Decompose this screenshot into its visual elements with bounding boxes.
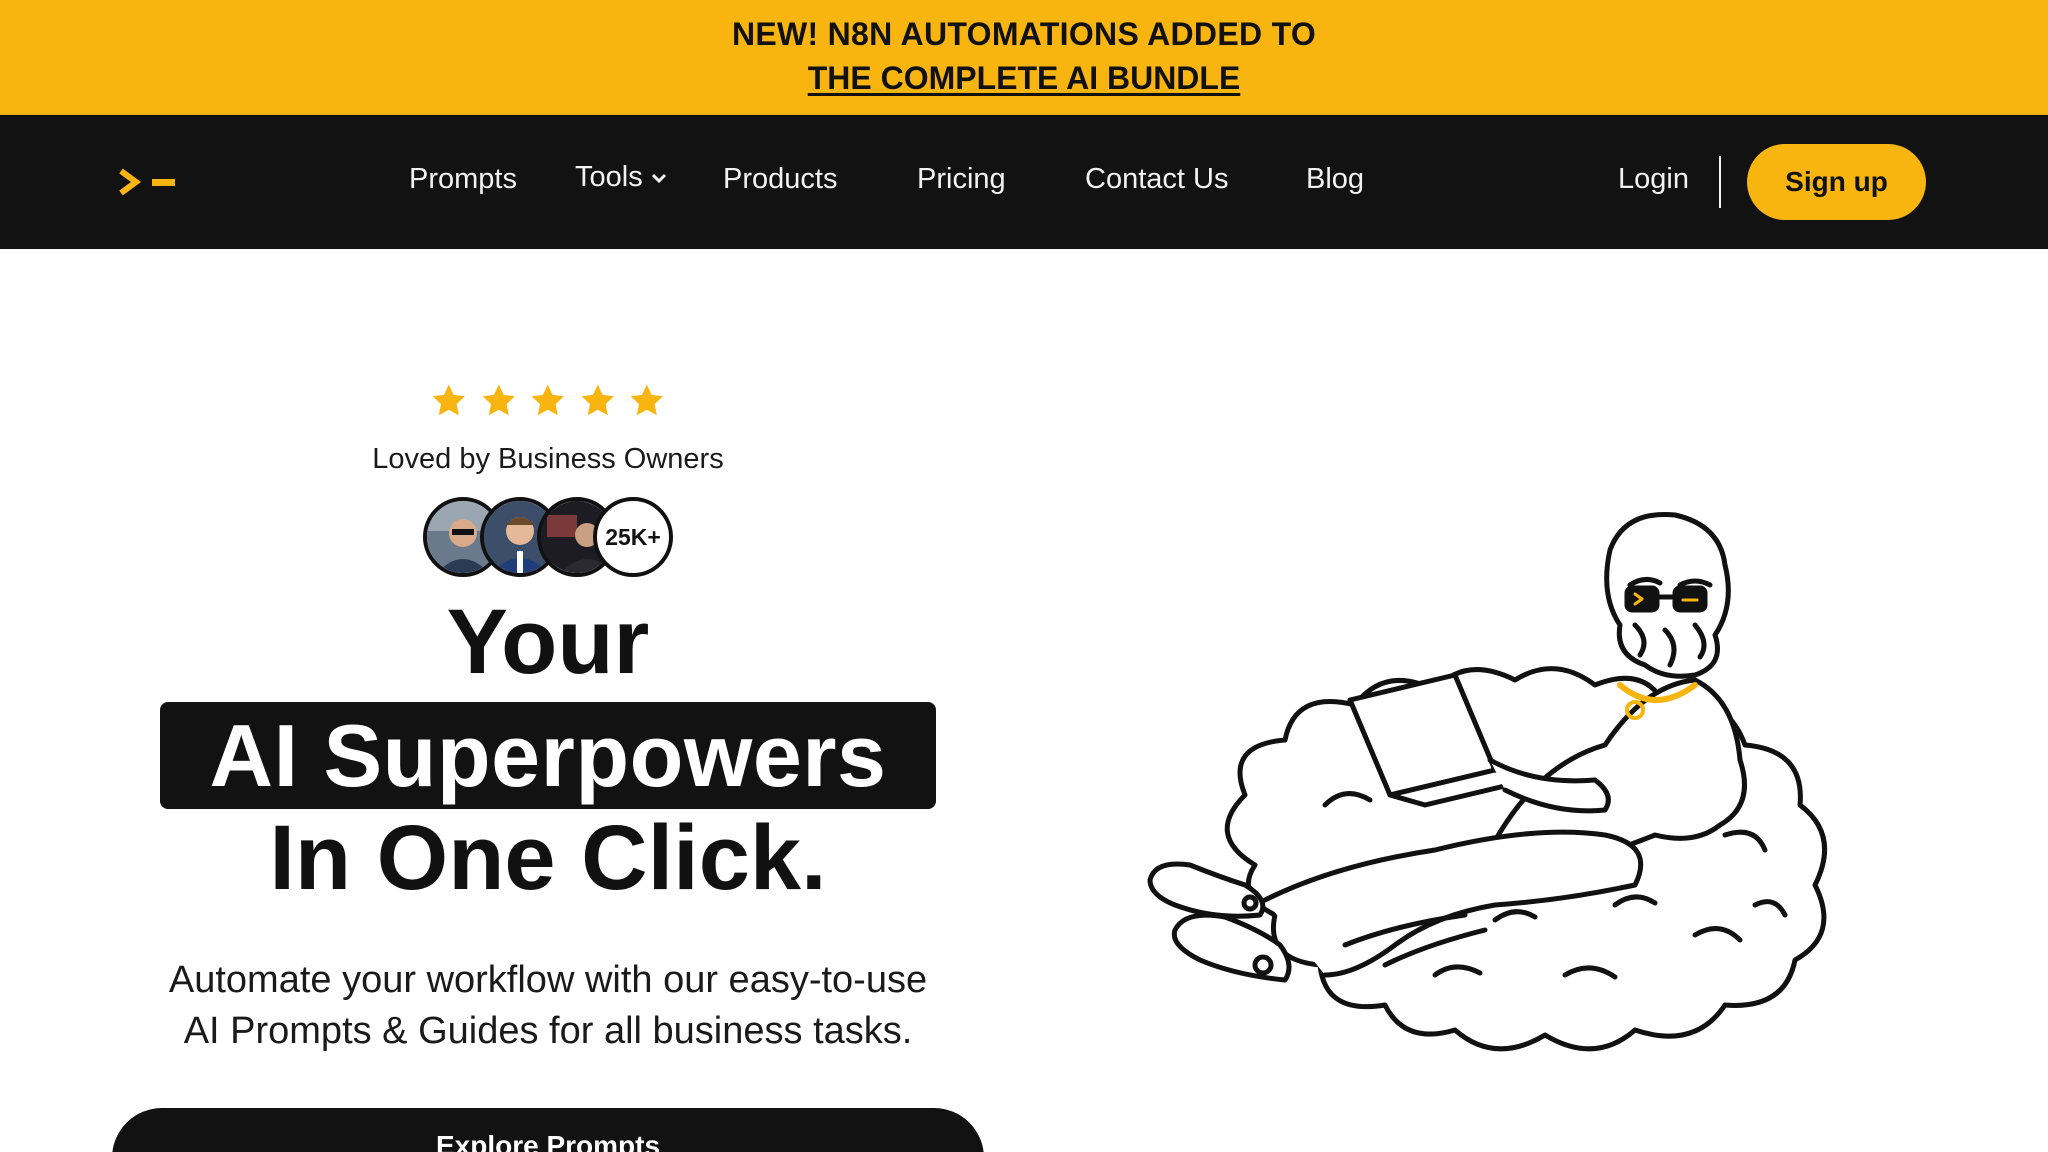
main-nav: Prompts Tools Products Pricing Contact U… — [0, 115, 2048, 249]
loved-by-text: Loved by Business Owners — [372, 443, 724, 475]
nav-pricing[interactable]: Pricing — [917, 163, 1006, 196]
nav-contact-us[interactable]: Contact Us — [1085, 163, 1228, 196]
star-icon — [482, 384, 515, 416]
star-icon — [531, 384, 565, 416]
nav-divider — [1719, 156, 1721, 208]
announcement-bar: NEW! N8N AUTOMATIONS ADDED TO THE COMPLE… — [0, 0, 2048, 115]
login-link[interactable]: Login — [1618, 163, 1689, 196]
logo-icon[interactable] — [118, 167, 178, 197]
hero-heading-highlight: AI Superpowers — [160, 702, 936, 809]
signup-button[interactable]: Sign up — [1747, 144, 1926, 220]
star-icon — [581, 384, 614, 416]
star-icon — [631, 384, 664, 416]
hero-subtext-line2: AI Prompts & Guides for all business tas… — [183, 1010, 913, 1052]
explore-prompts-button[interactable]: Explore Prompts — [112, 1108, 984, 1152]
nav-prompts[interactable]: Prompts — [409, 163, 517, 196]
rating-stars — [430, 382, 666, 422]
nav-products[interactable]: Products — [723, 163, 837, 196]
hero-subtext: Automate your workflow with our easy-to-… — [0, 955, 1096, 1057]
user-count-badge: 25K+ — [593, 497, 673, 577]
hero-subtext-line1: Automate your workflow with our easy-to-… — [168, 959, 928, 1001]
chevron-down-icon — [651, 174, 666, 184]
avatar-group: 25K+ — [423, 497, 673, 581]
star-icon — [432, 384, 465, 416]
nav-tools[interactable]: Tools — [575, 161, 667, 194]
nav-blog[interactable]: Blog — [1306, 163, 1364, 196]
announcement-text: NEW! N8N AUTOMATIONS ADDED TO — [731, 16, 1317, 52]
announcement-link[interactable]: THE COMPLETE AI BUNDLE — [808, 60, 1241, 96]
cloud-sage-illustration — [1147, 511, 1828, 1052]
hero-heading-line1: Your — [446, 591, 650, 693]
hero-heading-line3: In One Click. — [269, 807, 827, 909]
